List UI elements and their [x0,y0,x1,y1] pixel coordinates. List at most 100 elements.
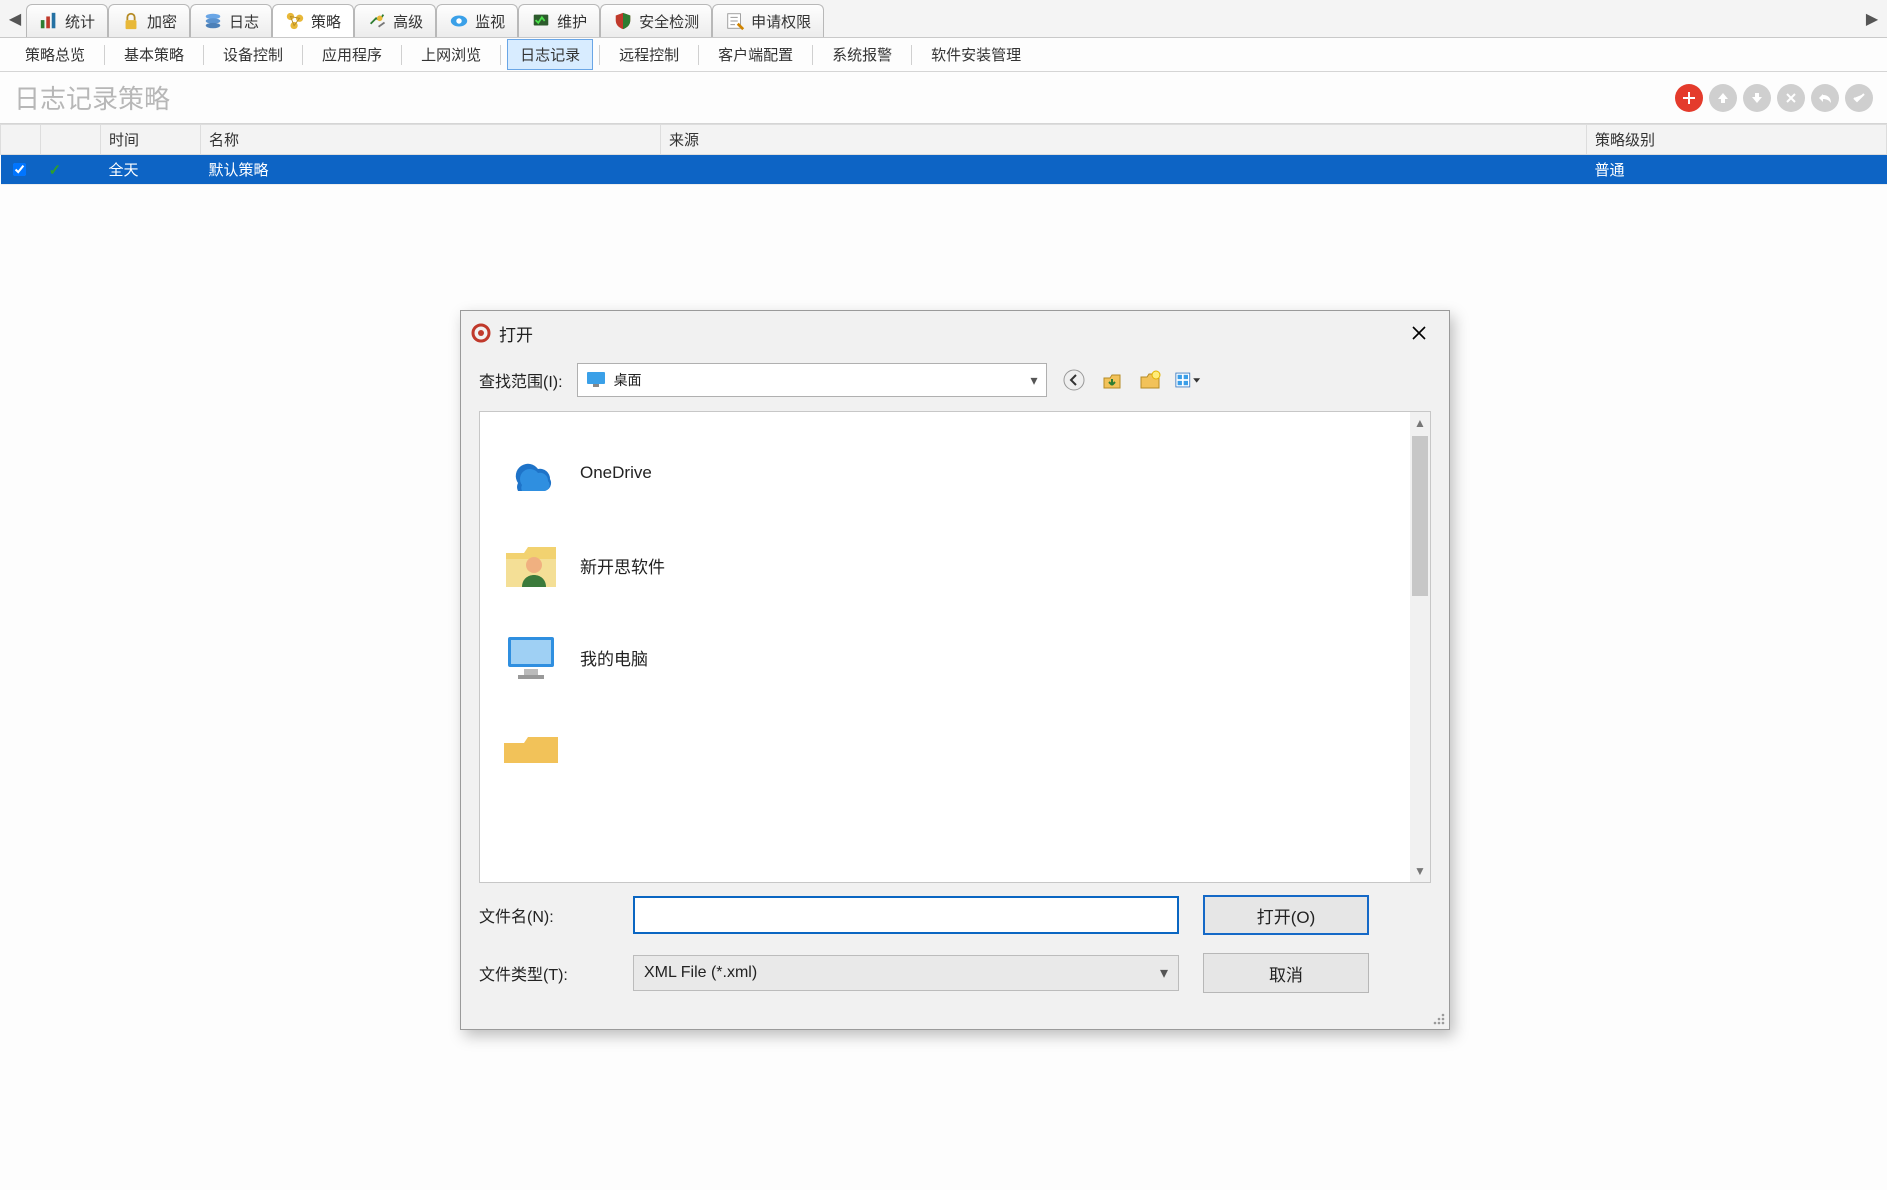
col-check[interactable] [1,125,41,155]
col-time[interactable]: 时间 [101,125,201,155]
row-name: 默认策略 [201,155,661,185]
subtab-0[interactable]: 策略总览 [12,39,98,70]
cancel-button[interactable]: 取消 [1203,953,1369,993]
subtab-4[interactable]: 上网浏览 [408,39,494,70]
dialog-bottom: 文件名(N): 打开(O) 文件类型(T): XML File (*.xml) … [461,895,1449,1029]
subtab-8[interactable]: 系统报警 [819,39,905,70]
subtab-separator [401,45,402,65]
file-item-computer[interactable]: 我的电脑 [492,620,1418,694]
scroll-down-button[interactable]: ▼ [1410,860,1430,882]
scrollbar-track[interactable]: ▲ ▼ [1410,412,1430,882]
tab-permission[interactable]: 申请权限 [712,4,824,37]
table-row[interactable]: ✓全天默认策略普通 [1,155,1887,185]
subtab-separator [698,45,699,65]
move-down-button[interactable] [1743,84,1771,112]
dialog-close-button[interactable] [1399,317,1439,349]
tab-label: 日志 [229,11,259,32]
tab-advanced[interactable]: 高级 [354,4,436,37]
dialog-nav-icons [1061,367,1201,393]
file-item-onedrive[interactable]: OneDrive [492,436,1418,510]
subtab-separator [599,45,600,65]
subtab-6[interactable]: 远程控制 [606,39,692,70]
move-up-button[interactable] [1709,84,1737,112]
tab-monitor[interactable]: 监视 [436,4,518,37]
file-item-label: 新开思软件 [580,553,665,578]
stats-icon [39,11,59,31]
permission-icon [725,11,745,31]
resize-grip[interactable] [1431,1011,1447,1027]
file-item-label: 我的电脑 [580,645,648,670]
subtab-3[interactable]: 应用程序 [309,39,395,70]
file-list[interactable]: OneDrive 新开思软件我的电脑 ▲ ▼ [479,411,1431,883]
open-file-dialog: 打开 查找范围(I): 桌面 ▾ [460,310,1450,1030]
subtab-separator [812,45,813,65]
filetype-combobox[interactable]: XML File (*.xml) ▾ [633,955,1179,991]
scrollbar-thumb[interactable] [1412,436,1428,596]
tab-lock[interactable]: 加密 [108,4,190,37]
delete-button[interactable] [1777,84,1805,112]
lookin-combobox[interactable]: 桌面 ▾ [577,363,1047,397]
confirm-button[interactable] [1845,84,1873,112]
advanced-icon [367,11,387,31]
subtab-9[interactable]: 软件安装管理 [918,39,1034,70]
col-status[interactable] [41,125,101,155]
subtab-separator [500,45,501,65]
row-checkbox[interactable] [1,155,41,185]
subtab-2[interactable]: 设备控制 [210,39,296,70]
file-item-folder[interactable] [492,712,1418,786]
open-button[interactable]: 打开(O) [1203,895,1369,935]
subtab-separator [203,45,204,65]
computer-icon [500,632,562,682]
monitor-icon [449,11,469,31]
chevron-down-icon: ▾ [1031,372,1038,389]
chevron-down-icon: ▾ [1160,963,1168,983]
tab-log[interactable]: 日志 [190,4,272,37]
filetype-label: 文件类型(T): [479,961,609,985]
log-icon [203,11,223,31]
col-name[interactable]: 名称 [201,125,661,155]
dialog-app-icon [471,323,491,343]
subtab-7[interactable]: 客户端配置 [705,39,806,70]
subtab-5[interactable]: 日志记录 [507,39,593,70]
file-item-label: OneDrive [580,463,652,483]
nav-viewmenu-button[interactable] [1175,367,1201,393]
filename-label: 文件名(N): [479,903,609,927]
row-level: 普通 [1587,155,1887,185]
tabstrip-right-arrow[interactable]: ▶ [1861,0,1883,37]
nav-newfolder-button[interactable] [1137,367,1163,393]
undo-button[interactable] [1811,84,1839,112]
lookin-label: 查找范围(I): [479,368,563,392]
nav-up-button[interactable] [1099,367,1125,393]
main-tabstrip: ◀ 统计 加密 日志策略高级 监视维护安全检测 申请权限 ▶ [0,0,1887,38]
tab-security[interactable]: 安全检测 [600,4,712,37]
filename-input[interactable] [633,896,1179,934]
scroll-up-button[interactable]: ▲ [1410,412,1430,434]
filetype-value: XML File (*.xml) [644,964,757,982]
col-source[interactable]: 来源 [661,125,1587,155]
nav-back-button[interactable] [1061,367,1087,393]
tab-stats[interactable]: 统计 [26,4,108,37]
tab-maintain[interactable]: 维护 [518,4,600,37]
page-title: 日志记录策略 [14,79,1675,116]
dialog-titlebar: 打开 [461,311,1449,355]
row-source [661,155,1587,185]
userfolder-icon [500,540,562,590]
lock-icon [121,11,141,31]
subtab-separator [302,45,303,65]
onedrive-icon [500,448,562,498]
add-button[interactable] [1675,84,1703,112]
maintain-icon [531,11,551,31]
lookin-value: 桌面 [614,370,642,390]
tab-policy[interactable]: 策略 [272,4,354,37]
tab-label: 加密 [147,11,177,32]
subtab-1[interactable]: 基本策略 [111,39,197,70]
tabstrip-left-arrow[interactable]: ◀ [4,0,26,37]
title-bar: 日志记录策略 [0,72,1887,124]
row-status-icon: ✓ [41,155,101,185]
desktop-icon [586,371,606,390]
col-level[interactable]: 策略级别 [1587,125,1887,155]
file-item-userfolder[interactable]: 新开思软件 [492,528,1418,602]
tab-label: 监视 [475,11,505,32]
sub-tabstrip: 策略总览基本策略设备控制应用程序上网浏览日志记录远程控制客户端配置系统报警软件安… [0,38,1887,72]
tab-label: 申请权限 [751,11,811,32]
